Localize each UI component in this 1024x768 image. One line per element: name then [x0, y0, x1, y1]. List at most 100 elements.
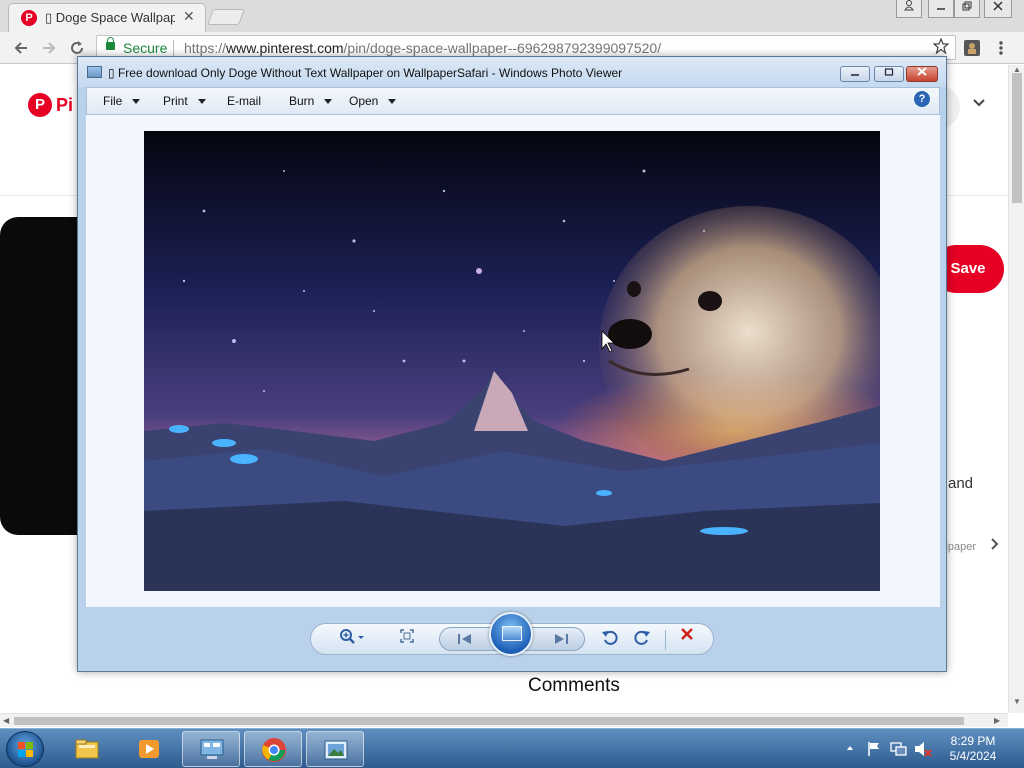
viewer-title-bar[interactable]: ▯ Free download Only Doge Without Text W…: [78, 57, 946, 87]
browser-tab-strip: P ▯ Doge Space Wallpaper ✕: [0, 0, 1024, 32]
forward-arrow-icon[interactable]: [40, 39, 58, 57]
rotate-clockwise-icon: [634, 630, 650, 645]
rotate-counterclockwise-button[interactable]: [601, 628, 619, 651]
comments-heading: Comments: [528, 675, 620, 696]
scroll-right-icon[interactable]: ▶: [994, 716, 1000, 725]
action-center-flag-icon[interactable]: [866, 741, 882, 757]
menu-file[interactable]: File: [103, 94, 141, 108]
zoom-button[interactable]: [339, 628, 365, 651]
delete-button[interactable]: [679, 626, 695, 647]
horizontal-scroll-thumb[interactable]: [14, 717, 964, 725]
menu-email[interactable]: E-mail: [227, 94, 261, 108]
description-text: and: [948, 475, 974, 492]
menu-print[interactable]: Print: [163, 94, 206, 108]
minimize-icon: [937, 8, 945, 10]
doge-space-photo[interactable]: [144, 131, 880, 591]
dropdown-caret-icon: [324, 99, 333, 105]
dropdown-caret-icon: [388, 99, 397, 105]
next-icon[interactable]: [552, 632, 570, 646]
viewer-window-title: ▯ Free download Only Doge Without Text W…: [108, 66, 623, 80]
network-icon[interactable]: [890, 741, 908, 757]
clock-time: 8:29 PM: [950, 734, 996, 748]
photo-viewer-app-icon: [87, 66, 102, 78]
control-panel-icon: [200, 739, 224, 759]
chrome-icon: [262, 738, 286, 762]
browser-restore-button[interactable]: [954, 0, 980, 18]
browser-close-button[interactable]: [984, 0, 1012, 18]
star-icon[interactable]: [933, 38, 949, 54]
pinterest-logo-text[interactable]: Pi: [56, 95, 73, 116]
dropdown-caret-icon: [197, 99, 206, 105]
viewer-maximize-button[interactable]: [874, 66, 904, 82]
volume-muted-icon[interactable]: [914, 741, 932, 757]
browser-minimize-button[interactable]: [928, 0, 954, 18]
secure-label: Secure: [123, 40, 168, 56]
dropdown-caret-icon: [132, 99, 141, 105]
slideshow-button[interactable]: [489, 612, 533, 656]
menu-icon[interactable]: [998, 40, 1004, 56]
pin-image-card[interactable]: [0, 217, 80, 535]
windows-logo-icon: [18, 742, 34, 757]
vertical-scroll-thumb[interactable]: [1012, 73, 1022, 203]
slideshow-icon: [502, 626, 522, 641]
taskbar-control-panel[interactable]: [182, 731, 240, 767]
chevron-right-icon[interactable]: [990, 537, 1000, 556]
horizontal-scrollbar[interactable]: ◀ ▶: [0, 713, 1008, 727]
viewer-minimize-button[interactable]: [840, 66, 870, 82]
pinterest-logo-icon[interactable]: P: [28, 93, 52, 117]
menu-burn-label: Burn: [289, 94, 315, 108]
zoom-icon: [340, 629, 364, 644]
vertical-scrollbar[interactable]: ▲ ▼: [1008, 65, 1024, 713]
taskbar-media-player[interactable]: [120, 731, 178, 767]
taskbar-file-explorer[interactable]: [58, 731, 116, 767]
previous-icon[interactable]: [456, 632, 474, 646]
system-clock[interactable]: 8:29 PM 5/4/2024: [938, 734, 1008, 764]
rotate-counterclockwise-icon: [602, 630, 618, 645]
close-icon: [917, 67, 927, 76]
menu-file-label: File: [103, 94, 123, 108]
scroll-left-icon[interactable]: ◀: [3, 716, 9, 725]
windows-taskbar: 8:29 PM 5/4/2024: [0, 728, 1024, 768]
delete-icon: [681, 628, 693, 640]
help-icon[interactable]: ?: [914, 91, 930, 107]
doge-space-image: [144, 131, 880, 591]
url-scheme: https://: [184, 40, 227, 56]
actual-size-icon: [400, 629, 414, 643]
url-text[interactable]: https://www.pinterest.com/pin/doge-space…: [184, 40, 661, 56]
restore-icon: [962, 1, 972, 11]
related-chip[interactable]: llpaper: [943, 541, 976, 553]
pinterest-favicon-icon: P: [21, 10, 37, 26]
menu-print-label: Print: [163, 94, 188, 108]
start-button[interactable]: [6, 731, 44, 767]
url-host: www.pinterest.com: [226, 40, 344, 56]
maximize-icon: [884, 68, 894, 76]
scroll-down-icon[interactable]: ▼: [1013, 697, 1021, 706]
address-divider: [173, 40, 174, 56]
menu-burn[interactable]: Burn: [289, 94, 333, 108]
url-path: /pin/doge-space-wallpaper--6962987923990…: [343, 40, 662, 56]
menu-open[interactable]: Open: [349, 94, 397, 108]
tab-title: ▯ Doge Space Wallpaper: [45, 10, 175, 25]
reload-icon[interactable]: [68, 39, 86, 57]
user-profile-button[interactable]: [896, 0, 922, 18]
chevron-down-icon[interactable]: [972, 95, 986, 112]
extension-icon[interactable]: [964, 40, 980, 56]
viewer-canvas: [86, 115, 940, 607]
menu-email-label: E-mail: [227, 94, 262, 108]
control-divider: [665, 630, 666, 650]
new-tab-button[interactable]: [207, 9, 245, 25]
photo-viewer-window: ▯ Free download Only Doge Without Text W…: [77, 56, 947, 672]
close-icon: [993, 1, 1003, 11]
media-player-icon: [139, 740, 159, 758]
photo-viewer-icon: [324, 740, 348, 760]
taskbar-photo-viewer[interactable]: [306, 731, 364, 767]
browser-tab-pinterest[interactable]: P ▯ Doge Space Wallpaper ✕: [8, 3, 206, 32]
actual-size-button[interactable]: [399, 628, 415, 649]
tab-close-icon[interactable]: ✕: [183, 8, 195, 25]
back-arrow-icon[interactable]: [12, 39, 30, 57]
rotate-clockwise-button[interactable]: [633, 628, 651, 651]
viewer-close-button[interactable]: [906, 66, 938, 82]
minimize-icon: [851, 74, 859, 76]
taskbar-chrome[interactable]: [244, 731, 302, 767]
show-hidden-icons[interactable]: [846, 745, 854, 751]
